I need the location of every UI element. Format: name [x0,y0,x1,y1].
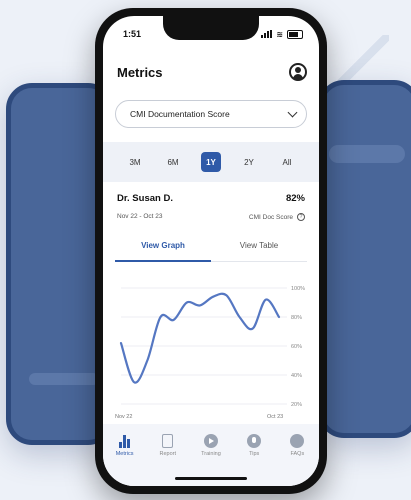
page-title: Metrics [117,64,163,80]
range-all[interactable]: All [277,152,297,172]
metric-select-value: CMI Documentation Score [130,109,230,119]
range-3m[interactable]: 3M [125,152,145,172]
series-line [119,292,281,384]
y-tick-label: 100% [291,286,305,292]
tabbar-label-faqs: FAQs [290,451,305,457]
question-icon [290,434,305,448]
tabbar-item-faqs[interactable]: FAQs [282,434,312,457]
tabbar-item-tips[interactable]: Tips [239,434,269,457]
phone-frame: 1:51 ≋ Metrics CMI Documentation Score 3… [95,8,327,494]
x-end-label: Oct 23 [267,414,283,420]
header: Metrics [117,60,307,84]
y-tick-label: 60% [291,344,302,350]
x-start-label: Nov 22 [115,414,132,420]
notch [163,16,259,40]
tabbar-label-report: Report [159,451,177,457]
range-1y[interactable]: 1Y [201,152,221,172]
document-icon [162,434,174,448]
tab-view-table[interactable]: View Table [211,236,307,262]
range-selector: 3M 6M 1Y 2Y All [103,142,319,182]
status-time: 1:51 [123,29,142,39]
score-value: 82% [285,193,305,204]
app-screen: 1:51 ≋ Metrics CMI Documentation Score 3… [103,16,319,486]
tabbar-label-training: Training [201,451,221,457]
battery-icon [287,29,303,39]
lightbulb-icon [247,434,262,448]
tabbar-item-report[interactable]: Report [153,434,183,457]
profile-icon[interactable] [289,63,307,81]
range-2y[interactable]: 2Y [239,152,259,172]
play-icon [203,434,218,448]
view-tabs: View Graph View Table [115,236,307,262]
signal-icon [261,30,273,38]
tabbar-item-metrics[interactable]: Metrics [110,434,140,457]
provider-name: Dr. Susan D. [117,193,173,204]
tabbar-label-tips: Tips [249,451,260,457]
date-range: Nov 22 - Oct 23 [117,213,163,220]
metric-label-text: CMI Doc Score [248,213,293,221]
range-6m[interactable]: 6M [163,152,183,172]
y-tick-label: 20% [291,402,302,408]
chevron-down-icon [287,107,298,118]
bar-chart-icon [118,434,132,448]
tabbar-item-training[interactable]: Training [196,434,226,457]
wifi-icon: ≋ [276,29,283,39]
tabbar-label-metrics: Metrics [115,451,134,457]
metric-label: CMI Doc Score ? [249,213,305,221]
y-tick-label: 80% [291,315,302,321]
y-tick-label: 40% [291,373,302,379]
home-indicator [175,477,247,480]
background-phone-right [318,80,411,438]
info-icon[interactable]: ? [297,213,305,221]
metric-select[interactable]: CMI Documentation Score [115,100,307,128]
score-line-chart: 100% 80% 60% 40% 20% Nov 22 Oct 23 [115,286,305,420]
tab-view-graph[interactable]: View Graph [115,236,211,262]
